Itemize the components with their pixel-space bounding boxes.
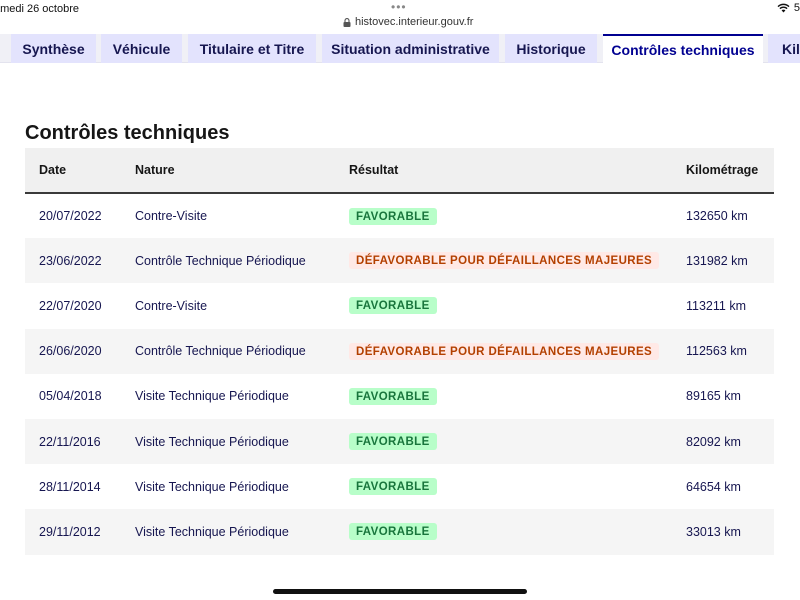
- url-bar[interactable]: histovec.interieur.gouv.fr: [343, 16, 473, 28]
- cell-date: 22/07/2020: [39, 298, 102, 313]
- status-date: amedi 26 octobre: [0, 3, 79, 15]
- cell-nature: Visite Technique Périodique: [135, 389, 289, 404]
- tab-titulaire-titre[interactable]: Titulaire et Titre: [188, 34, 316, 63]
- status-badge: FAVORABLE: [349, 433, 437, 451]
- cell-km: 82092 km: [686, 434, 741, 449]
- cell-km: 89165 km: [686, 389, 741, 404]
- cell-date: 29/11/2012: [39, 524, 101, 539]
- home-indicator[interactable]: [273, 589, 527, 594]
- cell-date: 28/11/2014: [39, 479, 101, 494]
- table-row: 26/06/2020 Contrôle Technique Périodique…: [25, 328, 774, 374]
- cell-km: 64654 km: [686, 479, 741, 494]
- cell-km: 132650 km: [686, 209, 748, 224]
- tab-situation-administrative[interactable]: Situation administrative: [322, 34, 499, 63]
- table-row: 28/11/2014 Visite Technique Périodique F…: [25, 464, 774, 510]
- url-text: histovec.interieur.gouv.fr: [355, 16, 474, 28]
- cell-nature: Contre-Visite: [135, 209, 208, 224]
- cell-km: 33013 km: [686, 524, 741, 539]
- tab-kilometrage[interactable]: Kilo: [768, 34, 800, 63]
- multitasking-dots[interactable]: •••: [391, 0, 407, 14]
- table-row: 05/04/2018 Visite Technique Périodique F…: [25, 373, 774, 419]
- status-badge: FAVORABLE: [349, 523, 437, 541]
- table-row: 22/07/2020 Contre-Visite FAVORABLE 11321…: [25, 283, 774, 329]
- tab-synthese[interactable]: Synthèse: [11, 34, 96, 63]
- page-title: Contrôles techniques: [25, 122, 230, 144]
- table-row: 20/07/2022 Contre-Visite FAVORABLE 13265…: [25, 193, 774, 239]
- header-resultat: Résultat: [349, 163, 399, 177]
- status-bar: amedi 26 octobre ••• histovec.interieur.…: [0, 0, 800, 34]
- tab-historique[interactable]: Historique: [505, 34, 597, 63]
- cell-date: 23/06/2022: [39, 253, 102, 268]
- cell-nature: Contre-Visite: [135, 298, 208, 313]
- table-header-row: Date Nature Résultat Kilométrage: [25, 148, 774, 193]
- cell-date: 26/06/2020: [39, 344, 102, 359]
- cell-km: 131982 km: [686, 253, 748, 268]
- cell-nature: Contrôle Technique Périodique: [135, 344, 306, 359]
- cell-date: 20/07/2022: [39, 209, 102, 224]
- cell-km: 113211 km: [686, 298, 746, 313]
- status-badge: FAVORABLE: [349, 478, 437, 496]
- battery-fragment: 5: [793, 2, 800, 14]
- header-nature: Nature: [135, 163, 175, 177]
- table-row: 22/11/2016 Visite Technique Périodique F…: [25, 418, 774, 465]
- cell-km: 112563 km: [686, 344, 747, 359]
- status-badge: FAVORABLE: [349, 297, 437, 315]
- status-right: 5: [777, 2, 800, 14]
- table-row: 23/06/2022 Contrôle Technique Périodique…: [25, 238, 774, 284]
- cell-date: 05/04/2018: [39, 389, 102, 404]
- header-date: Date: [39, 163, 67, 177]
- cell-nature: Visite Technique Périodique: [135, 479, 289, 494]
- cell-date: 22/11/2016: [39, 434, 101, 449]
- cell-nature: Visite Technique Périodique: [135, 524, 289, 539]
- tab-vehicule[interactable]: Véhicule: [101, 34, 182, 63]
- cell-nature: Contrôle Technique Périodique: [135, 253, 306, 268]
- status-badge: FAVORABLE: [349, 387, 437, 405]
- header-kilometrage: Kilométrage: [686, 163, 759, 177]
- table-row: 29/11/2012 Visite Technique Périodique F…: [25, 509, 774, 555]
- cell-nature: Visite Technique Périodique: [135, 434, 289, 449]
- status-badge: DÉFAVORABLE POUR DÉFAILLANCES MAJEURES: [349, 342, 660, 360]
- lock-icon: [343, 17, 351, 27]
- tab-controles-techniques[interactable]: Contrôles techniques: [603, 34, 763, 64]
- controles-table: Date Nature Résultat Kilométrage 20/07/2…: [25, 148, 774, 555]
- wifi-icon: [777, 3, 790, 13]
- status-badge: FAVORABLE: [349, 207, 437, 225]
- status-badge: DÉFAVORABLE POUR DÉFAILLANCES MAJEURES: [349, 252, 660, 270]
